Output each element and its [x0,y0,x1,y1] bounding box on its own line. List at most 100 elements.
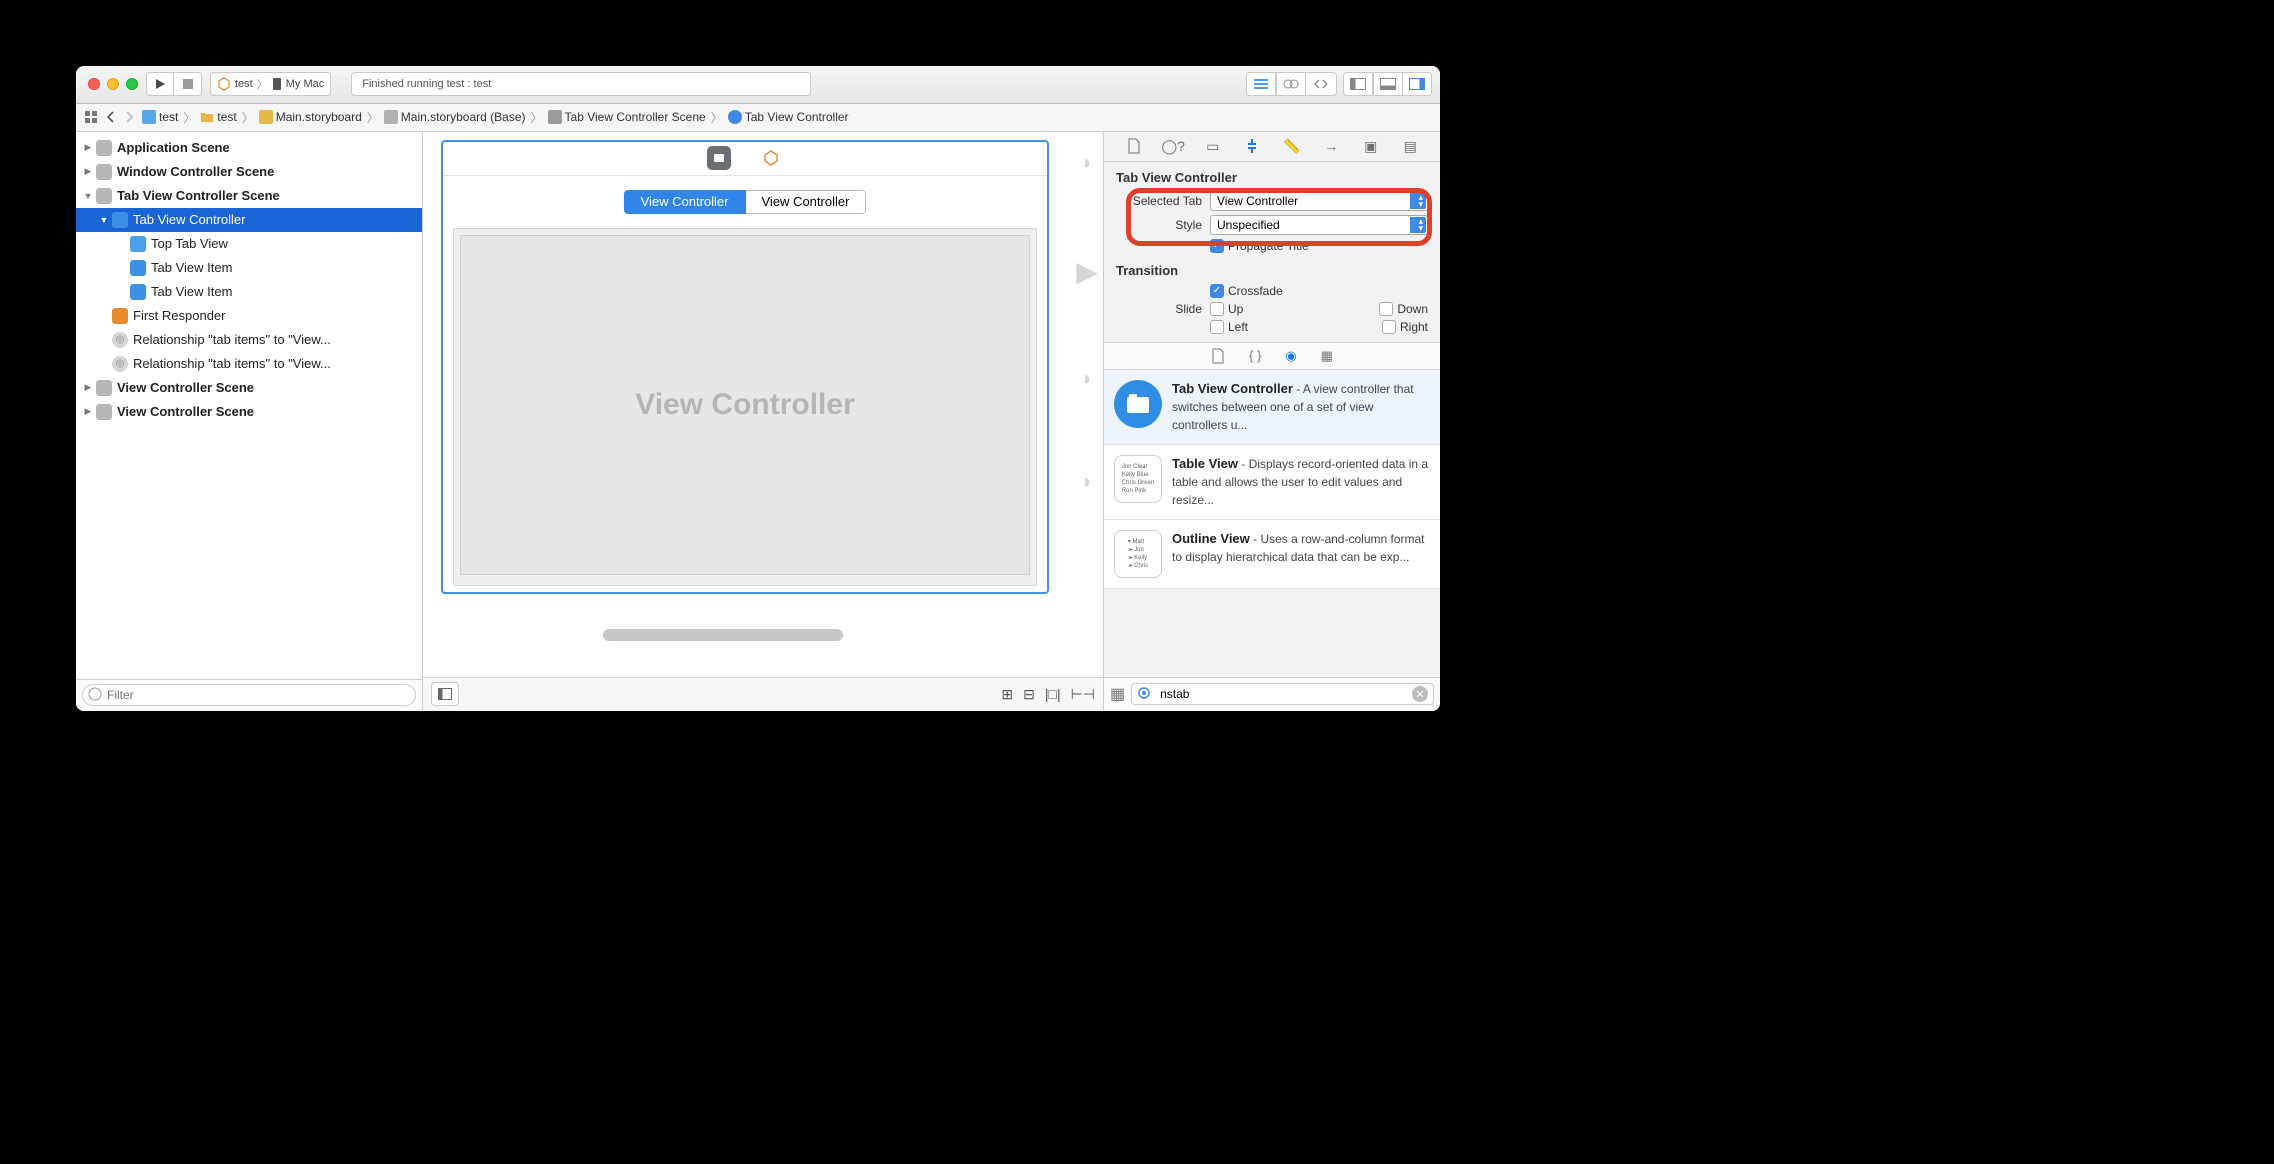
outline-app-scene[interactable]: ▶Application Scene [76,136,422,160]
crumb-project[interactable]: test [138,110,182,124]
outline-tabvc-scene[interactable]: ▼Tab View Controller Scene [76,184,422,208]
toggle-navigator-button[interactable] [1343,72,1373,96]
object-library-tab[interactable]: ◉ [1285,348,1296,364]
tableview-library-icon: Jon ClearKelly BlueChris GreenRon Pink [1114,455,1162,503]
right-panel-icon [1409,78,1425,90]
canvas-toolbar: ⊞ ⊟ |□| ⊢⊣ [423,677,1103,711]
library-item-tabvc[interactable]: Tab View Controller - A view controller … [1104,370,1440,445]
toggle-debug-button[interactable] [1373,72,1403,96]
tab-button-1[interactable]: View Controller [624,190,746,214]
outline-tvi-2[interactable]: Tab View Item [76,280,422,304]
media-library-tab[interactable]: ▦ [1321,348,1333,364]
forward-button[interactable] [120,111,138,123]
crumb-base[interactable]: Main.storyboard (Base) [380,110,530,124]
outline-tabvc[interactable]: ▼Tab View Controller [76,208,422,232]
outline-rel-1[interactable]: ◎Relationship "tab items" to "View... [76,328,422,352]
first-responder-chip-icon[interactable] [759,146,783,170]
related-items-button[interactable] [80,110,102,124]
scheme-selector[interactable]: test 〉 My Mac [210,72,331,96]
horizontal-scrollbar[interactable] [603,629,843,641]
slide-up-checkbox[interactable]: Up [1210,302,1243,316]
editor-version-button[interactable] [1306,72,1337,96]
align-button[interactable]: |□| [1045,686,1061,703]
help-inspector-tab[interactable]: ◯? [1163,136,1183,156]
back-button[interactable] [102,111,120,123]
folder-icon [200,110,214,124]
editor-assistant-button[interactable] [1276,72,1306,96]
close-window-button[interactable] [88,78,100,90]
tabvc-icon [112,212,128,228]
scene-icon [96,188,112,204]
outline-window-scene[interactable]: ▶Window Controller Scene [76,160,422,184]
scene-icon [548,110,562,124]
crumb-object[interactable]: Tab View Controller [724,110,853,124]
outline-top-tabview[interactable]: Top Tab View [76,232,422,256]
library-filter-input[interactable] [1131,683,1434,705]
style-popup[interactable]: Unspecified▴▾ [1210,215,1428,235]
outline-filter-input[interactable] [82,684,416,706]
tab-button-2[interactable]: View Controller [746,190,867,214]
embed-button[interactable]: ⊟ [1023,686,1035,703]
outline-rel-2[interactable]: ◎Relationship "tab items" to "View... [76,352,422,376]
selected-tab-popup[interactable]: View Controller▴▾ [1210,191,1428,211]
app-icon [217,77,231,91]
library-view-mode-button[interactable]: ▦ [1110,684,1125,704]
library-item-tableview[interactable]: Jon ClearKelly BlueChris GreenRon Pink T… [1104,445,1440,520]
scene-tabvc[interactable]: View Controller View Controller View Con… [441,140,1049,594]
version-editor-icon [1312,78,1330,90]
activity-viewer[interactable]: Finished running test : test [351,72,811,96]
library-item-outlineview[interactable]: ▾ Matt ▸ Jon ▸ Kelly ▸ Chris Outline Vie… [1104,520,1440,589]
attributes-inspector-tab[interactable] [1242,136,1262,156]
slide-right-checkbox[interactable]: Right [1382,320,1428,334]
stop-button[interactable] [174,72,202,96]
outline-tvi-1[interactable]: Tab View Item [76,256,422,280]
slide-left-checkbox[interactable]: Left [1210,320,1248,334]
scene-icon [96,164,112,180]
outline-vc-scene-2[interactable]: ▶View Controller Scene [76,400,422,424]
assistant-editor-icon [1283,77,1299,91]
traffic-lights [84,78,138,90]
transition-section-title: Transition [1116,263,1428,278]
scene-icon [96,140,112,156]
attributes-inspector: Tab View Controller Selected Tab View Co… [1104,162,1440,342]
code-snippets-tab[interactable]: { } [1249,348,1261,363]
zoom-window-button[interactable] [126,78,138,90]
file-templates-tab[interactable] [1211,348,1225,364]
toggle-outline-button[interactable] [431,682,459,706]
library-tabs: { } ◉ ▦ [1104,342,1440,370]
propagate-title-checkbox[interactable]: ✓Propagate Title [1210,239,1309,253]
bottom-panel-icon [1380,78,1396,90]
crumb-folder[interactable]: test [196,110,240,124]
container-placeholder[interactable]: View Controller [460,235,1030,575]
crossfade-checkbox[interactable]: ✓Crossfade [1210,284,1283,298]
stop-icon [183,79,193,89]
file-inspector-tab[interactable] [1124,136,1144,156]
crumb-scene[interactable]: Tab View Controller Scene [544,110,710,124]
effects-inspector-tab[interactable]: ▤ [1400,136,1420,156]
pin-button[interactable]: ⊢⊣ [1071,686,1095,703]
ib-canvas[interactable]: View Controller View Controller View Con… [423,132,1103,677]
crumb-storyboard[interactable]: Main.storyboard [255,110,366,124]
outlineview-library-icon: ▾ Matt ▸ Jon ▸ Kelly ▸ Chris [1114,530,1162,578]
clear-filter-button[interactable]: ✕ [1412,686,1428,702]
selected-tab-label: Selected Tab [1116,194,1202,208]
outline-vc-scene-1[interactable]: ▶View Controller Scene [76,376,422,400]
xcode-window: test 〉 My Mac Finished running test : te… [76,66,1440,711]
run-button[interactable] [146,72,174,96]
outline-first-responder[interactable]: First Responder [76,304,422,328]
document-outline: ▶Application Scene ▶Window Controller Sc… [76,132,423,711]
storyboard-base-icon [384,110,398,124]
identity-inspector-tab[interactable]: ▭ [1203,136,1223,156]
device-name: My Mac [286,78,325,90]
bindings-inspector-tab[interactable]: ▣ [1361,136,1381,156]
slide-down-checkbox[interactable]: Down [1379,302,1428,316]
connections-inspector-tab[interactable]: → [1321,136,1341,156]
editor-standard-button[interactable] [1246,72,1276,96]
toggle-utilities-button[interactable] [1403,72,1432,96]
size-inspector-tab[interactable]: 📏 [1282,136,1302,156]
controller-chip-icon[interactable] [707,146,731,170]
minimize-window-button[interactable] [107,78,119,90]
search-icon [1138,687,1152,701]
grid-icon [84,110,98,124]
update-frames-button[interactable]: ⊞ [1001,686,1013,703]
